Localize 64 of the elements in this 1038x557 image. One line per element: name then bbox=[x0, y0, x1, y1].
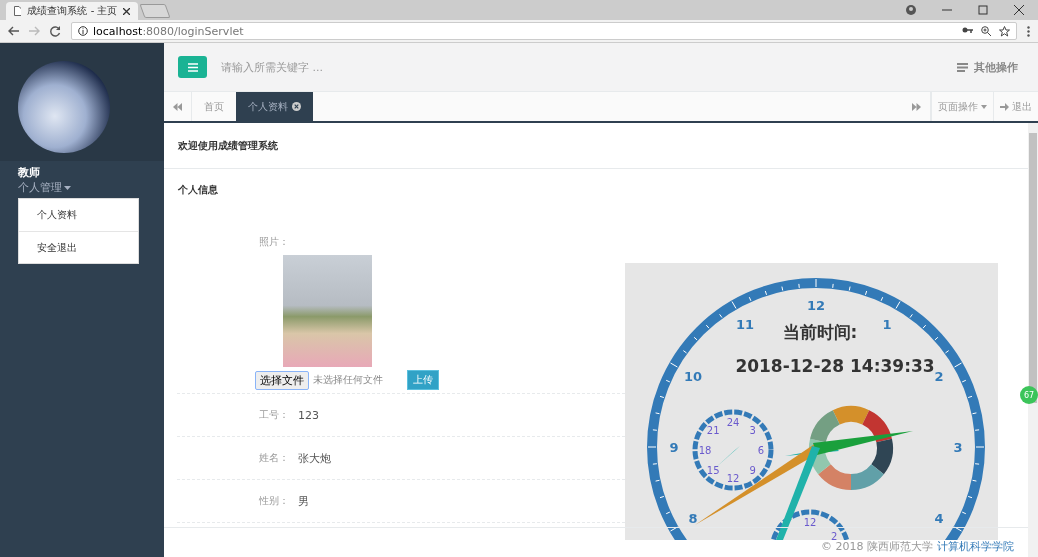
footer-link[interactable]: 计算机科学学院 bbox=[937, 539, 1014, 554]
double-left-arrow-icon bbox=[173, 102, 182, 111]
user-menu-toggle[interactable]: 个人管理 bbox=[0, 180, 71, 195]
subdial-numeral: 12 bbox=[726, 473, 740, 484]
dial-numeral: 4 bbox=[934, 511, 944, 526]
star-icon[interactable] bbox=[999, 25, 1010, 37]
subdial-numeral: 24 bbox=[726, 417, 740, 428]
section-title: 个人信息 bbox=[177, 183, 219, 197]
list-icon bbox=[957, 62, 968, 72]
current-datetime: 2018-12-28 14:39:33 bbox=[735, 356, 935, 376]
back-arrow-icon[interactable] bbox=[8, 26, 19, 36]
caret-icon bbox=[64, 185, 71, 190]
subdial-numeral: 3 bbox=[749, 425, 756, 437]
maximize-icon[interactable] bbox=[978, 5, 988, 15]
subdial-numeral: 21 bbox=[706, 425, 720, 437]
address-bar[interactable]: localhost:8080/loginServlet bbox=[71, 22, 1017, 40]
sign-out-icon bbox=[1000, 102, 1009, 111]
close-icon[interactable] bbox=[292, 102, 301, 111]
field-label: 照片： bbox=[258, 235, 290, 249]
clock-heading: 当前时间: bbox=[782, 322, 858, 342]
subdial-numeral: 18 bbox=[698, 445, 712, 456]
close-icon[interactable] bbox=[1014, 5, 1024, 15]
subdial-numeral: 6 bbox=[757, 445, 765, 456]
file-status: 未选择任何文件 bbox=[313, 373, 383, 387]
dial-numeral: 1 bbox=[882, 317, 892, 332]
subdial-numeral: 12 bbox=[803, 517, 817, 528]
footer-text: © 2018 陕西师范大学 bbox=[821, 540, 933, 554]
subdial-numeral: 2 bbox=[831, 531, 838, 540]
menu-icon bbox=[187, 62, 198, 72]
subdial-numeral: 15 bbox=[706, 464, 720, 476]
dial-numeral: 2 bbox=[934, 369, 944, 384]
field-value: 男 bbox=[298, 493, 309, 509]
dial-numeral: 10 bbox=[684, 369, 703, 384]
zoom-icon[interactable] bbox=[981, 25, 991, 36]
dial-numeral: 11 bbox=[735, 317, 755, 332]
url-path: :8080/loginServlet bbox=[142, 24, 244, 38]
more-menu-icon[interactable] bbox=[1027, 25, 1030, 37]
field-label: 姓名： bbox=[259, 451, 290, 465]
browser-tab[interactable]: 成绩查询系统 - 主页 bbox=[6, 2, 138, 20]
double-right-arrow-icon bbox=[912, 102, 921, 111]
welcome-title: 欢迎使用成绩管理系统 bbox=[164, 123, 1028, 169]
url-host: localhost bbox=[93, 24, 143, 38]
search-field[interactable]: 请输入所需关键字 ... bbox=[219, 59, 523, 75]
info-icon bbox=[78, 26, 88, 36]
upload-button[interactable]: 上传 bbox=[407, 370, 439, 390]
user-role: 教师 bbox=[17, 165, 41, 180]
close-icon[interactable] bbox=[123, 7, 130, 15]
dial-numeral: 3 bbox=[953, 440, 963, 455]
dial-numeral: 9 bbox=[669, 440, 679, 455]
field-value: 张大炮 bbox=[298, 450, 331, 466]
caret-icon bbox=[981, 104, 987, 109]
other-actions-button[interactable]: 其他操作 bbox=[951, 58, 1024, 76]
field-value: 123 bbox=[298, 408, 319, 422]
dial-numeral: 8 bbox=[688, 511, 698, 526]
subdial-numeral: 9 bbox=[749, 464, 756, 476]
field-label: 工号： bbox=[259, 408, 290, 422]
page-icon bbox=[14, 6, 22, 16]
reload-icon[interactable] bbox=[50, 25, 61, 37]
key-icon[interactable] bbox=[962, 25, 973, 34]
profile-icon[interactable] bbox=[906, 5, 916, 15]
choose-file-button[interactable]: 选择文件 bbox=[255, 370, 309, 390]
dial-numeral: 12 bbox=[806, 298, 826, 313]
field-label: 性别： bbox=[259, 494, 290, 508]
page-tab[interactable]: 个人资料 bbox=[236, 92, 313, 121]
